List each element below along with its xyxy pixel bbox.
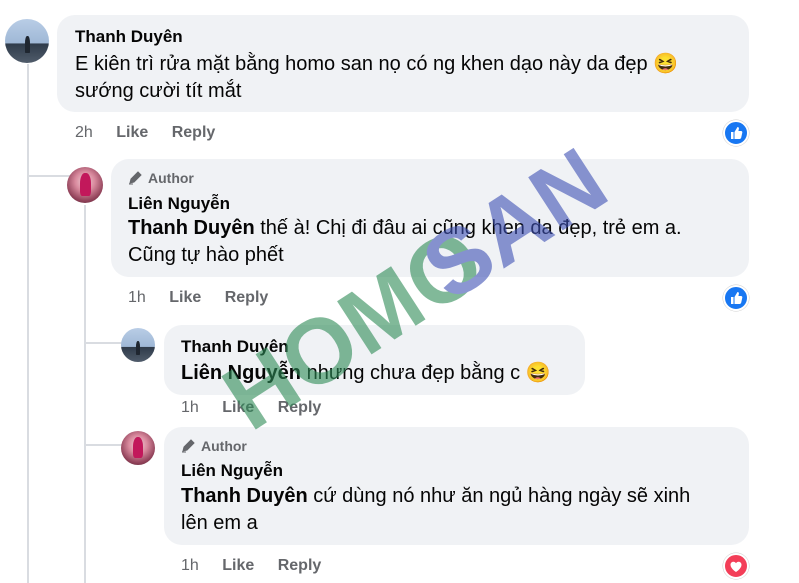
comment-author-name[interactable]: Thanh Duyên (75, 27, 183, 47)
comment-timestamp[interactable]: 1h (128, 289, 146, 306)
mention-tag[interactable]: Liên Nguyễn (181, 362, 301, 384)
comment-text-line-1: Thanh Duyên thế à! Chị đi đâu ai cũng kh… (128, 215, 682, 242)
mention-tag[interactable]: Thanh Duyên (181, 485, 308, 507)
like-button[interactable]: Like (222, 557, 254, 574)
like-reaction-icon[interactable] (723, 285, 749, 311)
avatar-lien-nguyen[interactable] (67, 167, 103, 203)
thread-line-main (27, 64, 29, 583)
thread-line-level2 (84, 205, 86, 583)
comment-timestamp[interactable]: 2h (75, 124, 93, 141)
comment-text-line-1: Thanh Duyên cứ dùng nó như ăn ngủ hàng n… (181, 483, 690, 510)
comment-timestamp[interactable]: 1h (181, 557, 199, 574)
laughing-emoji-icon: 😆 (653, 53, 679, 75)
comment-text-line-2: lên em a (181, 512, 258, 534)
comment-text: cứ dùng nó như ăn ngủ hàng ngày sẽ xinh (307, 485, 691, 507)
comment-text-line-2: sướng cười tít mắt (75, 80, 242, 102)
avatar-thanh-duyen[interactable] (121, 328, 155, 362)
like-button[interactable]: Like (169, 289, 201, 306)
comment-text: E kiên trì rửa mặt bằng homo san nọ có n… (75, 53, 648, 75)
thread-line-branch-1 (27, 175, 71, 177)
author-badge-label: Author (148, 170, 194, 186)
author-badge: Author (181, 438, 247, 454)
like-button[interactable]: Like (222, 399, 254, 416)
comment-text: nhưng chưa đẹp bằng c (301, 362, 521, 384)
reply-button[interactable]: Reply (172, 124, 216, 141)
pencil-icon (182, 439, 195, 453)
author-badge-label: Author (201, 438, 247, 454)
reply-button[interactable]: Reply (225, 289, 269, 306)
thread-line-branch-3 (84, 444, 124, 446)
comment-timestamp[interactable]: 1h (181, 399, 199, 416)
author-badge: Author (128, 170, 194, 186)
like-reaction-icon[interactable] (723, 120, 749, 146)
reply-button[interactable]: Reply (278, 557, 322, 574)
comment-author-name[interactable]: Thanh Duyên (181, 337, 289, 357)
like-button[interactable]: Like (116, 124, 148, 141)
comment-text: thế à! Chị đi đâu ai cũng khen da đẹp, t… (254, 217, 682, 239)
comment-text-line-1: Liên Nguyễn nhưng chưa đẹp bằng c 😆 (181, 360, 551, 387)
avatar-lien-nguyen[interactable] (121, 431, 155, 465)
comment-actions: 1h Like Reply (128, 289, 268, 307)
laughing-emoji-icon: 😆 (525, 362, 551, 384)
comment-actions: 1h Like Reply (181, 399, 321, 417)
comment-author-name[interactable]: Liên Nguyễn (181, 461, 283, 481)
avatar-thanh-duyen[interactable] (5, 19, 49, 63)
mention-tag[interactable]: Thanh Duyên (128, 217, 255, 239)
comment-actions: 1h Like Reply (181, 557, 321, 575)
comment-text-line-1: E kiên trì rửa mặt bằng homo san nọ có n… (75, 51, 678, 78)
pencil-icon (129, 171, 142, 185)
love-reaction-icon[interactable] (723, 553, 749, 579)
reply-button[interactable]: Reply (278, 399, 322, 416)
comment-text-line-2: Cũng tự hào phết (128, 244, 284, 266)
comment-actions: 2h Like Reply (75, 124, 215, 142)
comment-author-name[interactable]: Liên Nguyễn (128, 194, 230, 214)
thread-line-branch-2 (84, 342, 124, 344)
